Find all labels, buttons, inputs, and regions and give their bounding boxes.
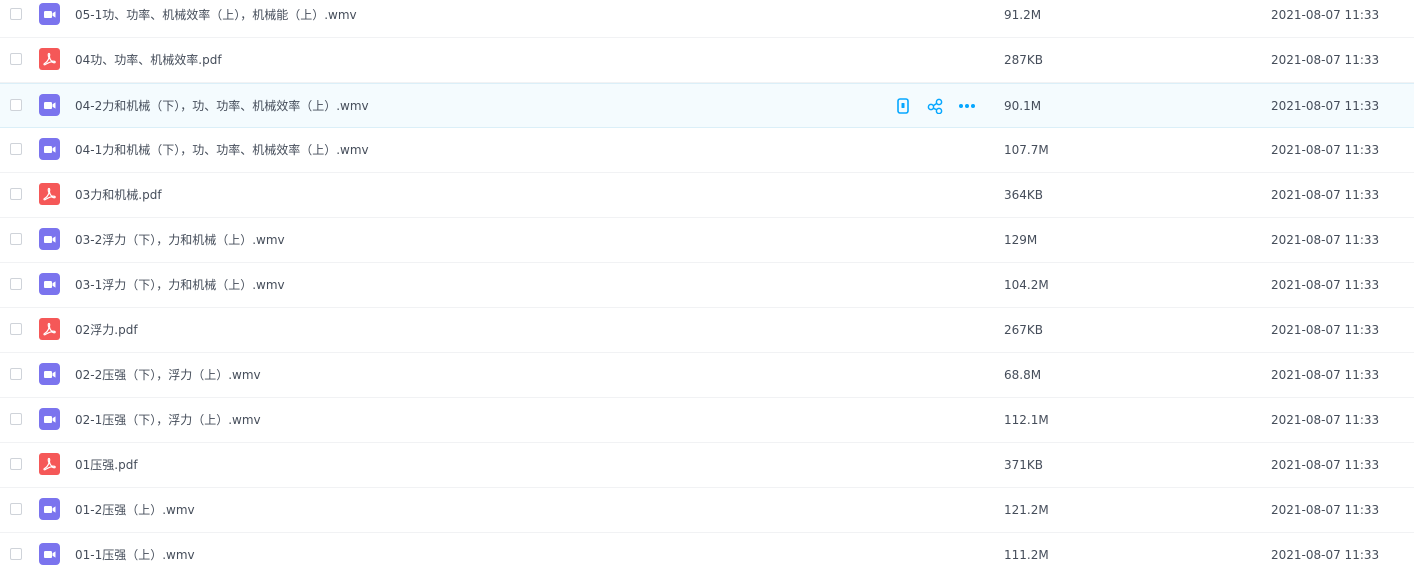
file-size: 364KB xyxy=(1004,188,1044,202)
video-file-icon xyxy=(39,408,60,430)
file-size: 104.2M xyxy=(1004,278,1049,292)
phone-icon xyxy=(896,98,910,114)
file-size: 287KB xyxy=(1004,53,1044,67)
more-button[interactable] xyxy=(957,96,977,116)
file-row[interactable]: 03-2浮力（下），力和机械（上）.wmv 129M 2021-08-07 11:3… xyxy=(0,218,1414,263)
pdf-file-icon xyxy=(39,318,60,340)
file-size: 129M xyxy=(1004,233,1038,247)
file-name-link[interactable]: 03力和机械.pdf xyxy=(75,173,162,217)
row-actions xyxy=(893,96,989,116)
file-size: 112.1M xyxy=(1004,413,1049,427)
file-size: 111.2M xyxy=(1004,548,1049,562)
file-name-link[interactable]: 05-1功、功率、机械效率（上），机械能（上）.wmv xyxy=(75,0,357,37)
row-checkbox[interactable] xyxy=(10,503,22,515)
file-row[interactable]: 01-2压强（上）.wmv 121.2M 2021-08-07 11:33 xyxy=(0,488,1414,533)
file-size: 107.7M xyxy=(1004,143,1049,157)
row-checkbox[interactable] xyxy=(10,8,22,20)
file-name-link[interactable]: 04-2力和机械（下），功、功率、机械效率（上）.wmv xyxy=(75,84,369,128)
row-checkbox[interactable] xyxy=(10,233,22,245)
row-checkbox[interactable] xyxy=(10,99,22,111)
pdf-file-icon xyxy=(39,453,60,475)
file-name-link[interactable]: 01压强.pdf xyxy=(75,443,138,487)
file-row[interactable]: 02浮力.pdf 267KB 2021-08-07 11:33 xyxy=(0,308,1414,353)
row-checkbox[interactable] xyxy=(10,548,22,560)
file-list: 05-1功、功率、机械效率（上），机械能（上）.wmv 91.2M 2021-08-… xyxy=(0,0,1414,568)
pdf-file-icon xyxy=(39,183,60,205)
file-size: 121.2M xyxy=(1004,503,1049,517)
file-name-link[interactable]: 03-1浮力（下），力和机械（上）.wmv xyxy=(75,263,285,307)
video-file-icon xyxy=(39,138,60,160)
file-modified-date: 2021-08-07 11:33 xyxy=(1271,413,1380,427)
file-name-link[interactable]: 02-1压强（下），浮力（上）.wmv xyxy=(75,398,261,442)
file-modified-date: 2021-08-07 11:33 xyxy=(1271,233,1380,247)
file-modified-date: 2021-08-07 11:33 xyxy=(1271,368,1380,382)
file-size: 90.1M xyxy=(1004,99,1042,113)
file-row[interactable]: 04-1力和机械（下），功、功率、机械效率（上）.wmv 107.7M 2021-0… xyxy=(0,128,1414,173)
video-file-icon xyxy=(39,543,60,565)
file-modified-date: 2021-08-07 11:33 xyxy=(1271,548,1380,562)
file-modified-date: 2021-08-07 11:33 xyxy=(1271,503,1380,517)
file-modified-date: 2021-08-07 11:33 xyxy=(1271,188,1380,202)
video-file-icon xyxy=(39,363,60,385)
row-checkbox[interactable] xyxy=(10,143,22,155)
more-icon xyxy=(958,103,976,109)
phone-button[interactable] xyxy=(893,96,913,116)
video-file-icon xyxy=(39,273,60,295)
file-name-link[interactable]: 04功、功率、机械效率.pdf xyxy=(75,38,222,82)
pdf-file-icon xyxy=(39,48,60,70)
video-file-icon xyxy=(39,3,60,25)
file-modified-date: 2021-08-07 11:33 xyxy=(1271,99,1380,113)
row-checkbox[interactable] xyxy=(10,53,22,65)
file-modified-date: 2021-08-07 11:33 xyxy=(1271,143,1380,157)
file-name-link[interactable]: 02-2压强（下），浮力（上）.wmv xyxy=(75,353,261,397)
file-row[interactable]: 05-1功、功率、机械效率（上），机械能（上）.wmv 91.2M 2021-08-… xyxy=(0,0,1414,38)
file-name-link[interactable]: 01-1压强（上）.wmv xyxy=(75,533,195,568)
row-checkbox[interactable] xyxy=(10,188,22,200)
share-icon xyxy=(927,98,943,114)
file-size: 371KB xyxy=(1004,458,1044,472)
file-size: 68.8M xyxy=(1004,368,1042,382)
file-row[interactable]: 02-2压强（下），浮力（上）.wmv 68.8M 2021-08-07 11:33 xyxy=(0,353,1414,398)
file-row[interactable]: 04功、功率、机械效率.pdf 287KB 2021-08-07 11:33 xyxy=(0,38,1414,83)
file-row[interactable]: 01-1压强（上）.wmv 111.2M 2021-08-07 11:33 xyxy=(0,533,1414,568)
row-checkbox[interactable] xyxy=(10,458,22,470)
file-name-link[interactable]: 03-2浮力（下），力和机械（上）.wmv xyxy=(75,218,285,262)
row-checkbox[interactable] xyxy=(10,323,22,335)
video-file-icon xyxy=(39,94,60,116)
file-row[interactable]: 01压强.pdf 371KB 2021-08-07 11:33 xyxy=(0,443,1414,488)
file-size: 267KB xyxy=(1004,323,1044,337)
file-modified-date: 2021-08-07 11:33 xyxy=(1271,458,1380,472)
file-row[interactable]: 03-1浮力（下），力和机械（上）.wmv 104.2M 2021-08-07 11… xyxy=(0,263,1414,308)
file-modified-date: 2021-08-07 11:33 xyxy=(1271,8,1380,22)
file-row[interactable]: 04-2力和机械（下），功、功率、机械效率（上）.wmv 90.1M 2021-08… xyxy=(0,83,1414,128)
file-modified-date: 2021-08-07 11:33 xyxy=(1271,53,1380,67)
file-row[interactable]: 03力和机械.pdf 364KB 2021-08-07 11:33 xyxy=(0,173,1414,218)
file-name-link[interactable]: 02浮力.pdf xyxy=(75,308,138,352)
row-checkbox[interactable] xyxy=(10,413,22,425)
video-file-icon xyxy=(39,498,60,520)
row-checkbox[interactable] xyxy=(10,278,22,290)
share-button[interactable] xyxy=(925,96,945,116)
file-row[interactable]: 02-1压强（下），浮力（上）.wmv 112.1M 2021-08-07 11:3… xyxy=(0,398,1414,443)
video-file-icon xyxy=(39,228,60,250)
row-checkbox[interactable] xyxy=(10,368,22,380)
file-name-link[interactable]: 04-1力和机械（下），功、功率、机械效率（上）.wmv xyxy=(75,128,369,172)
file-size: 91.2M xyxy=(1004,8,1042,22)
file-modified-date: 2021-08-07 11:33 xyxy=(1271,323,1380,337)
file-modified-date: 2021-08-07 11:33 xyxy=(1271,278,1380,292)
file-name-link[interactable]: 01-2压强（上）.wmv xyxy=(75,488,195,532)
